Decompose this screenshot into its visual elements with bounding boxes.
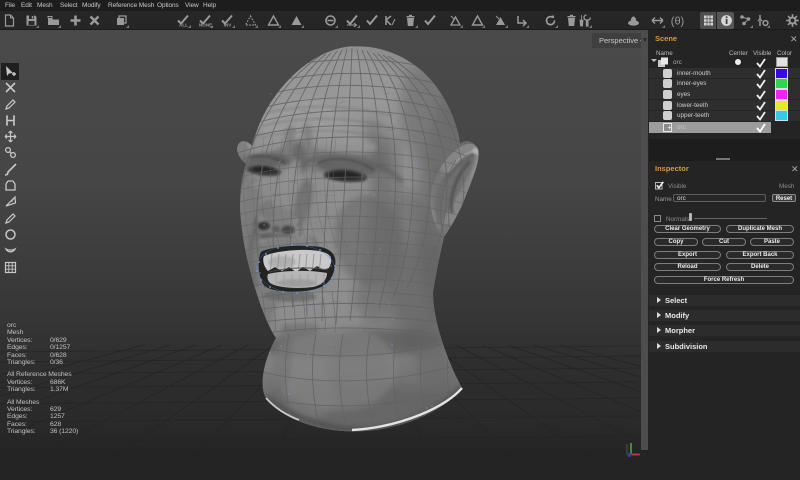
svg-text:(θ): (θ) <box>671 16 684 28</box>
svg-text:ALL: ALL <box>179 23 188 27</box>
svg-text:INV: INV <box>224 23 233 27</box>
